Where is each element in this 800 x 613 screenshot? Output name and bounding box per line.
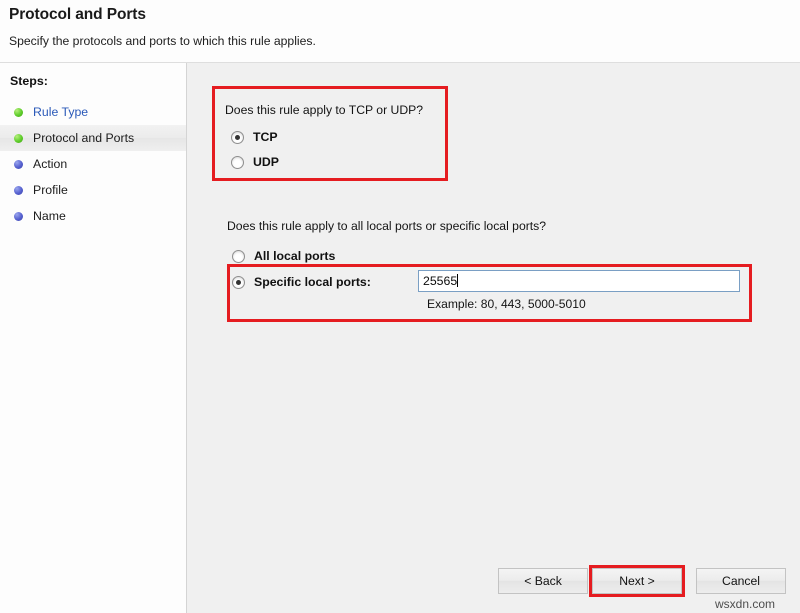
radio-option-all-local-ports[interactable]: All local ports xyxy=(232,249,335,263)
radio-circle-icon[interactable] xyxy=(232,249,245,263)
specific-ports-input-value: 25565 xyxy=(423,274,458,288)
dialog-header: Protocol and Ports Specify the protocols… xyxy=(0,0,800,63)
protocol-question-label: Does this rule apply to TCP or UDP? xyxy=(225,103,424,117)
sidebar-item-rule-type[interactable]: Rule Type xyxy=(0,99,186,125)
radio-circle-icon[interactable] xyxy=(232,275,245,289)
sidebar-item-label: Action xyxy=(33,157,68,171)
step-bullet-icon xyxy=(14,185,23,195)
main-panel: Does this rule apply to TCP or UDP? TCP … xyxy=(187,63,800,613)
cancel-button[interactable]: Cancel xyxy=(696,568,786,594)
step-bullet-icon xyxy=(14,133,23,143)
sidebar-item-protocol-and-ports[interactable]: Protocol and Ports xyxy=(0,125,186,151)
radio-option-specific-local-ports[interactable]: Specific local ports: xyxy=(232,275,371,289)
specific-ports-input[interactable]: 25565 xyxy=(418,270,740,292)
sidebar-item-label: Rule Type xyxy=(33,105,89,119)
back-button[interactable]: < Back xyxy=(498,568,588,594)
watermark-label: wsxdn.com xyxy=(715,597,776,611)
sidebar-item-name[interactable]: Name xyxy=(0,203,186,229)
sidebar-item-label: Name xyxy=(33,209,66,223)
radio-label: UDP xyxy=(253,155,279,169)
page-title: Protocol and Ports xyxy=(9,6,146,23)
next-button[interactable]: Next > xyxy=(592,568,682,594)
radio-label: All local ports xyxy=(254,249,336,263)
steps-list: Rule Type Protocol and Ports Action Prof… xyxy=(0,99,186,229)
radio-label: TCP xyxy=(253,130,278,144)
text-caret xyxy=(457,274,459,287)
sidebar-item-label: Profile xyxy=(33,183,68,197)
sidebar-item-label: Protocol and Ports xyxy=(33,131,135,145)
ports-example-hint: Example: 80, 443, 5000-5010 xyxy=(427,297,586,311)
radio-circle-icon[interactable] xyxy=(231,130,244,144)
page-subtitle: Specify the protocols and ports to which… xyxy=(9,34,316,48)
radio-option-tcp[interactable]: TCP xyxy=(231,130,278,144)
step-bullet-icon xyxy=(14,159,23,169)
step-bullet-icon xyxy=(14,107,23,117)
ports-question-label: Does this rule apply to all local ports … xyxy=(227,219,547,233)
sidebar-item-action[interactable]: Action xyxy=(0,151,186,177)
steps-heading: Steps: xyxy=(10,74,48,88)
sidebar-item-profile[interactable]: Profile xyxy=(0,177,186,203)
step-bullet-icon xyxy=(14,211,23,221)
next-button-focus-underline xyxy=(592,594,682,596)
radio-label: Specific local ports: xyxy=(254,275,371,289)
steps-sidebar: Steps: Rule Type Protocol and Ports Acti… xyxy=(0,63,187,613)
radio-circle-icon[interactable] xyxy=(231,155,244,169)
radio-option-udp[interactable]: UDP xyxy=(231,155,279,169)
